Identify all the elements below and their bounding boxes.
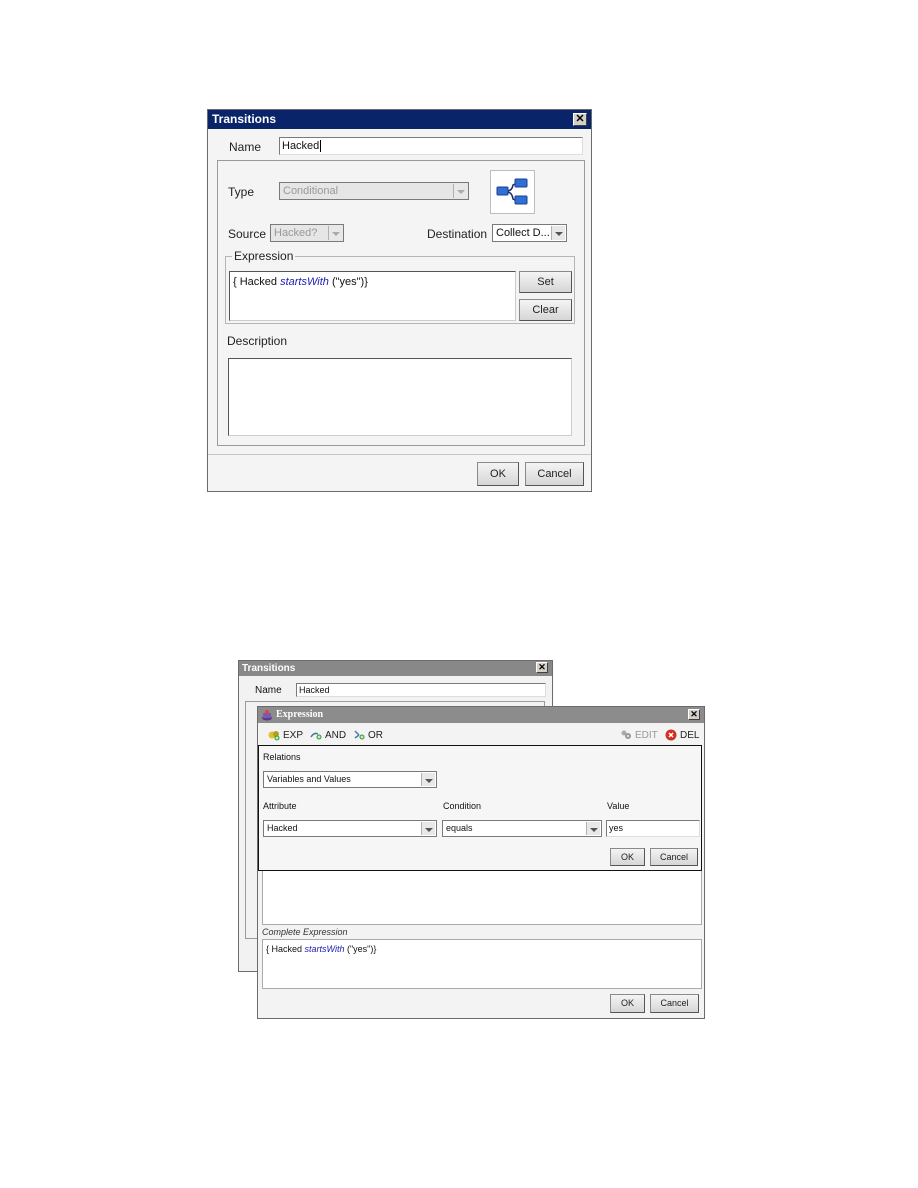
add-expression-icon bbox=[268, 731, 280, 741]
gear-icon bbox=[621, 730, 631, 739]
value-input-value: yes bbox=[609, 823, 624, 833]
edit-label: EDIT bbox=[635, 729, 658, 741]
add-and-icon bbox=[310, 732, 322, 740]
description-textarea[interactable] bbox=[228, 358, 572, 436]
attribute-label: Attribute bbox=[263, 801, 297, 811]
cancel-button[interactable]: Cancel bbox=[650, 994, 699, 1013]
expression-value: ("yes")} bbox=[344, 944, 377, 954]
source-select[interactable]: Hacked? bbox=[270, 224, 344, 242]
expression-operator: startsWith bbox=[304, 944, 345, 954]
conditional-branch-icon bbox=[496, 178, 528, 205]
destination-label: Destination bbox=[427, 227, 488, 241]
cancel-button[interactable]: Cancel bbox=[525, 462, 584, 486]
name-label: Name bbox=[229, 140, 262, 154]
name-label: Name bbox=[255, 685, 282, 696]
delete-button[interactable]: DEL bbox=[665, 729, 699, 741]
complete-expression-label: Complete Expression bbox=[262, 927, 348, 937]
condition-select[interactable]: equals bbox=[442, 820, 602, 837]
add-and-button[interactable]: AND bbox=[310, 729, 346, 741]
close-button[interactable]: ✕ bbox=[688, 709, 700, 720]
dialog-title: Transitions bbox=[212, 112, 277, 126]
delete-icon bbox=[665, 729, 677, 741]
chevron-down-icon bbox=[586, 822, 600, 835]
or-label: OR bbox=[368, 729, 383, 741]
footer-divider bbox=[208, 454, 591, 455]
value-label: Value bbox=[607, 801, 630, 811]
description-label: Description bbox=[227, 334, 288, 348]
expression-operator: startsWith bbox=[280, 276, 329, 288]
expression-group-label: Expression bbox=[232, 249, 296, 263]
condition-select-value: equals bbox=[446, 823, 473, 833]
relation-editor-panel: Relations Variables and Values Attribute… bbox=[258, 745, 702, 871]
add-or-button[interactable]: OR bbox=[353, 729, 383, 741]
name-input-value: Hacked bbox=[282, 140, 320, 152]
expression-value: ("yes")} bbox=[328, 276, 368, 288]
close-icon: ✕ bbox=[538, 662, 546, 672]
source-select-value: Hacked? bbox=[274, 227, 318, 239]
name-input-value: Hacked bbox=[299, 685, 330, 695]
source-label: Source bbox=[228, 227, 267, 241]
type-select[interactable]: Conditional bbox=[279, 182, 469, 200]
relation-ok-button[interactable]: OK bbox=[610, 848, 645, 866]
expression-text: { Hacked bbox=[266, 944, 305, 954]
expression-titlebar[interactable]: Expression ✕ bbox=[258, 707, 704, 723]
complete-expression-display: { Hacked startsWith ("yes")} bbox=[262, 939, 702, 989]
ok-button[interactable]: OK bbox=[610, 994, 645, 1013]
clear-button[interactable]: Clear bbox=[519, 299, 572, 321]
chevron-down-icon bbox=[453, 184, 467, 198]
chevron-down-icon bbox=[421, 822, 435, 835]
type-icon-box bbox=[490, 170, 535, 214]
chevron-down-icon bbox=[328, 226, 342, 240]
destination-select[interactable]: Collect D... bbox=[492, 224, 567, 242]
expression-display: { Hacked startsWith ("yes")} bbox=[229, 271, 516, 321]
dialog-title: Transitions bbox=[242, 663, 296, 674]
condition-label: Condition bbox=[443, 801, 482, 811]
add-expression-button[interactable]: EXP bbox=[268, 729, 303, 741]
ok-button[interactable]: OK bbox=[477, 462, 519, 486]
set-button[interactable]: Set bbox=[519, 271, 572, 293]
del-label: DEL bbox=[680, 729, 700, 741]
close-button[interactable]: ✕ bbox=[573, 113, 587, 126]
expression-dialog: Expression ✕ EXP AND OR EDIT DEL Relatio… bbox=[257, 706, 705, 1019]
attribute-select[interactable]: Hacked bbox=[263, 820, 437, 837]
relations-select-value: Variables and Values bbox=[267, 774, 351, 784]
exp-label: EXP bbox=[283, 729, 304, 741]
transitions-dialog: Transitions ✕ Name Hacked Type Condition… bbox=[207, 109, 592, 492]
text-cursor bbox=[320, 140, 325, 152]
name-input[interactable]: Hacked bbox=[296, 683, 546, 697]
dialog-title: Expression bbox=[276, 709, 324, 720]
relations-label: Relations bbox=[263, 752, 301, 762]
name-input[interactable]: Hacked bbox=[279, 137, 583, 155]
background-transitions-titlebar[interactable]: Transitions ✕ bbox=[239, 661, 552, 676]
value-input[interactable]: yes bbox=[606, 820, 700, 837]
chevron-down-icon bbox=[551, 226, 565, 240]
type-select-value: Conditional bbox=[283, 185, 339, 197]
relations-select[interactable]: Variables and Values bbox=[263, 771, 437, 788]
app-icon bbox=[262, 710, 272, 721]
expression-text: { Hacked bbox=[233, 276, 281, 288]
add-or-icon bbox=[354, 730, 365, 740]
chevron-down-icon bbox=[421, 773, 435, 786]
close-button[interactable]: ✕ bbox=[536, 662, 548, 673]
edit-button[interactable]: EDIT bbox=[620, 729, 658, 741]
destination-select-value: Collect D... bbox=[496, 227, 550, 239]
type-label: Type bbox=[228, 185, 255, 199]
close-icon: ✕ bbox=[575, 113, 585, 125]
attribute-select-value: Hacked bbox=[267, 823, 298, 833]
close-icon: ✕ bbox=[690, 709, 698, 719]
transitions-titlebar[interactable]: Transitions ✕ bbox=[208, 110, 591, 129]
relation-cancel-button[interactable]: Cancel bbox=[650, 848, 698, 866]
and-label: AND bbox=[325, 729, 347, 741]
